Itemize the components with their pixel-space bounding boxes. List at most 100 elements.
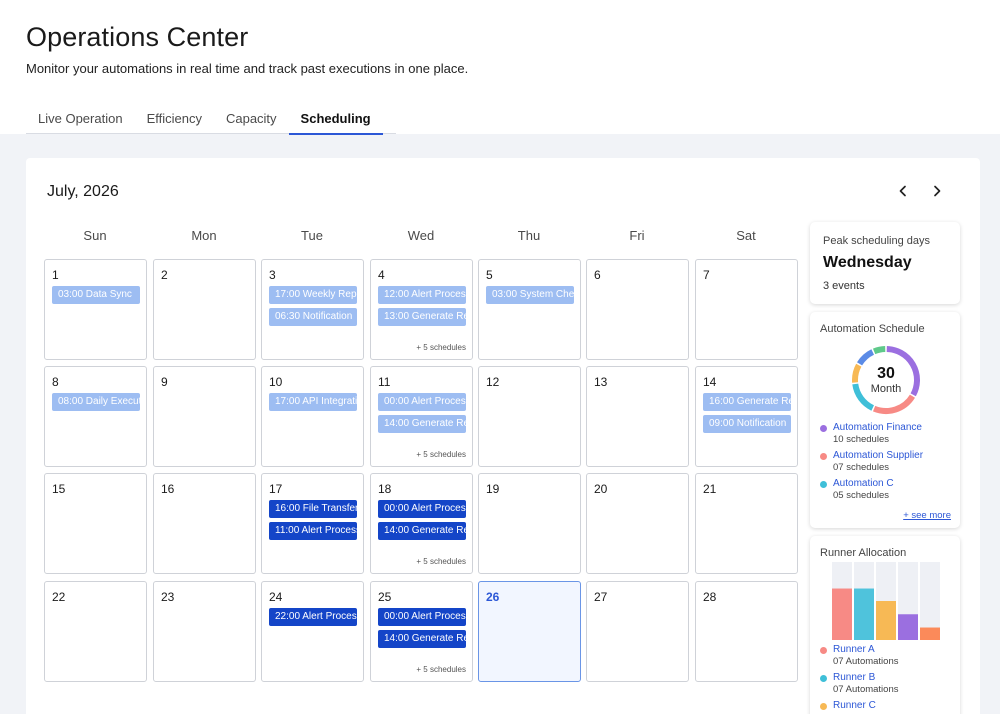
calendar-day-cell[interactable]: 8 08:00 Daily Execution — [44, 366, 147, 467]
day-number: 15 — [52, 482, 66, 496]
schedule-event[interactable]: 17:00 Weekly Report — [269, 286, 357, 304]
calendar-day-cell[interactable]: 13 — [586, 366, 689, 467]
calendar-day-cell[interactable]: 10 17:00 API Integration — [261, 366, 364, 467]
tab-bar: Live Operation Efficiency Capacity Sched… — [26, 103, 396, 135]
tab-live-operation[interactable]: Live Operation — [26, 103, 135, 134]
more-schedules-link[interactable]: + 5 schedules — [416, 665, 466, 674]
schedule-event[interactable]: 06:30 Notification — [269, 308, 357, 326]
calendar-day-cell[interactable]: 24 22:00 Alert Processing — [261, 581, 364, 682]
calendar-day-cell[interactable]: 15 — [44, 473, 147, 574]
day-number: 12 — [486, 375, 500, 389]
day-number: 20 — [594, 482, 608, 496]
more-schedules-link[interactable]: + 5 schedules — [416, 557, 466, 566]
day-number: 7 — [703, 268, 710, 282]
legend-name: Runner B — [833, 672, 876, 683]
page-title: Operations Center — [26, 22, 249, 52]
day-number: 19 — [486, 482, 500, 496]
schedule-event[interactable]: 00:00 Alert Processing — [378, 393, 466, 411]
schedule-event[interactable]: 16:00 File Transfer — [269, 500, 357, 518]
calendar-day-cell[interactable]: 14 16:00 Generate Report 09:00 Notificatio… — [695, 366, 798, 467]
donut-unit: Month — [870, 383, 902, 395]
calendar-day-cell[interactable]: 11 00:00 Alert Processing 14:00 Generate R… — [370, 366, 473, 467]
runner-bar — [920, 627, 940, 640]
weekday-label: Mon — [191, 228, 217, 243]
day-number: 13 — [594, 375, 608, 389]
month-label: July, 2026 — [47, 183, 119, 200]
legend-item[interactable]: Automation Supplier 07 schedules — [820, 450, 923, 478]
legend-dot — [820, 481, 827, 488]
day-number: 6 — [594, 268, 601, 282]
day-number: 10 — [269, 375, 283, 389]
schedule-event[interactable]: 03:00 Data Sync — [52, 286, 140, 304]
calendar-day-cell[interactable]: 19 — [478, 473, 581, 574]
page-subtitle: Monitor your automations in real time an… — [26, 61, 469, 76]
schedule-event[interactable]: 17:00 API Integration — [269, 393, 357, 411]
schedule-event[interactable]: 14:00 Generate Report — [378, 415, 466, 433]
schedule-event[interactable]: 08:00 Daily Execution — [52, 393, 140, 411]
day-number: 2 — [161, 268, 168, 282]
more-schedules-link[interactable]: + 5 schedules — [416, 343, 466, 352]
schedule-event[interactable]: 09:00 Notification — [703, 415, 791, 433]
more-schedules-link[interactable]: + 5 schedules — [416, 450, 466, 459]
calendar-day-cell[interactable]: 23 — [153, 581, 256, 682]
schedule-event[interactable]: 14:00 Generate Report — [378, 630, 466, 648]
calendar-day-cell[interactable]: 5 03:00 System Check — [478, 259, 581, 360]
calendar-day-cell[interactable]: 9 — [153, 366, 256, 467]
calendar-day-cell[interactable]: 16 — [153, 473, 256, 574]
schedule-event[interactable]: 14:00 Generate Report — [378, 522, 466, 540]
calendar-day-cell[interactable]: 17 16:00 File Transfer 11:00 Alert Process… — [261, 473, 364, 574]
calendar-day-cell[interactable]: 25 00:00 Alert Processing 14:00 Generate R… — [370, 581, 473, 682]
automation-legend: Automation Finance 10 schedules Automati… — [820, 422, 923, 506]
legend-sub: 07 Automations — [833, 656, 899, 667]
legend-item[interactable]: Runner B 07 Automations — [820, 672, 899, 700]
schedule-event[interactable]: 16:00 Generate Report — [703, 393, 791, 411]
donut-total: 30 — [877, 365, 895, 382]
legend-dot — [820, 425, 827, 432]
calendar-day-cell[interactable]: 26 — [478, 581, 581, 682]
runner-legend: Runner A 07 Automations Runner B 07 Auto… — [820, 644, 899, 714]
calendar-day-cell[interactable]: 27 — [586, 581, 689, 682]
calendar-day-cell[interactable]: 1 03:00 Data Sync — [44, 259, 147, 360]
legend-item[interactable]: Runner C — [820, 700, 899, 714]
day-number: 17 — [269, 482, 283, 496]
calendar-day-cell[interactable]: 28 — [695, 581, 798, 682]
legend-sub: 07 Automations — [833, 684, 899, 695]
runner-bar — [854, 588, 874, 640]
tab-efficiency[interactable]: Efficiency — [135, 103, 214, 134]
see-more-link[interactable]: + see more — [903, 510, 951, 521]
calendar-day-cell[interactable]: 18 00:00 Alert Processing 14:00 Generate R… — [370, 473, 473, 574]
legend-dot — [820, 647, 827, 654]
legend-item[interactable]: Automation Finance 10 schedules — [820, 422, 923, 450]
calendar-day-cell[interactable]: 3 17:00 Weekly Report 06:30 Notification — [261, 259, 364, 360]
calendar-day-cell[interactable]: 12 — [478, 366, 581, 467]
prev-month-button[interactable] — [892, 180, 914, 202]
chevron-left-icon — [899, 185, 906, 197]
tab-scheduling[interactable]: Scheduling — [288, 103, 383, 135]
schedule-event[interactable]: 03:00 System Check — [486, 286, 574, 304]
day-number: 28 — [703, 590, 717, 604]
calendar-day-cell[interactable]: 4 12:00 Alert Processing 13:00 Generate Re… — [370, 259, 473, 360]
calendar-day-cell[interactable]: 2 — [153, 259, 256, 360]
day-number: 4 — [378, 268, 385, 282]
schedule-event[interactable]: 22:00 Alert Processing — [269, 608, 357, 626]
calendar-day-cell[interactable]: 20 — [586, 473, 689, 574]
schedule-event[interactable]: 12:00 Alert Processing — [378, 286, 466, 304]
schedule-event[interactable]: 00:00 Alert Processing — [378, 500, 466, 518]
legend-item[interactable]: Runner A 07 Automations — [820, 644, 899, 672]
schedule-event[interactable]: 13:00 Generate Report — [378, 308, 466, 326]
tab-capacity[interactable]: Capacity — [214, 103, 289, 134]
legend-sub: 05 schedules — [833, 490, 889, 501]
next-month-button[interactable] — [926, 180, 948, 202]
legend-name: Runner A — [833, 644, 875, 655]
calendar-day-cell[interactable]: 21 — [695, 473, 798, 574]
legend-item[interactable]: Automation C 05 schedules — [820, 478, 923, 506]
calendar-day-cell[interactable]: 6 — [586, 259, 689, 360]
calendar-day-cell[interactable]: 22 — [44, 581, 147, 682]
calendar-day-cell[interactable]: 7 — [695, 259, 798, 360]
day-number: 8 — [52, 375, 59, 389]
day-number: 25 — [378, 590, 392, 604]
schedule-event[interactable]: 00:00 Alert Processing — [378, 608, 466, 626]
weekday-label: Sun — [83, 228, 107, 243]
runner-bar — [898, 614, 918, 640]
schedule-event[interactable]: 11:00 Alert Processing — [269, 522, 357, 540]
